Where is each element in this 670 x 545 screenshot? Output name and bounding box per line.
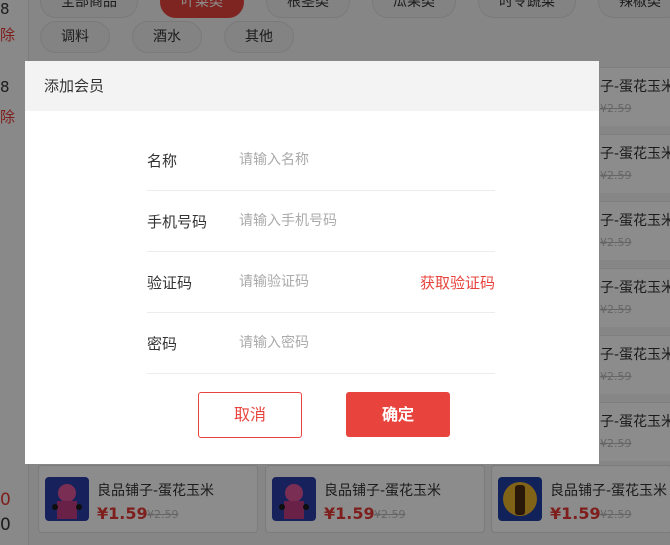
phone-input[interactable] <box>237 207 411 235</box>
name-label: 名称 <box>147 152 178 170</box>
password-input[interactable] <box>237 329 411 357</box>
add-member-dialog: 添加会员 名称 手机号码 验证码 获取验证码 密码 取消 确定 <box>25 61 599 464</box>
name-input[interactable] <box>237 146 411 174</box>
password-row: 密码 <box>147 313 495 374</box>
code-label: 验证码 <box>147 274 193 292</box>
code-input[interactable] <box>237 268 411 296</box>
phone-label: 手机号码 <box>147 213 208 231</box>
get-code-button[interactable]: 获取验证码 <box>420 272 495 293</box>
phone-row: 手机号码 <box>147 191 495 252</box>
cancel-button[interactable]: 取消 <box>198 392 302 438</box>
dialog-title: 添加会员 <box>25 61 599 111</box>
confirm-button[interactable]: 确定 <box>346 392 450 437</box>
member-form: 名称 手机号码 验证码 获取验证码 密码 <box>147 130 495 374</box>
code-row: 验证码 获取验证码 <box>147 252 495 313</box>
name-row: 名称 <box>147 130 495 191</box>
password-label: 密码 <box>147 335 178 353</box>
